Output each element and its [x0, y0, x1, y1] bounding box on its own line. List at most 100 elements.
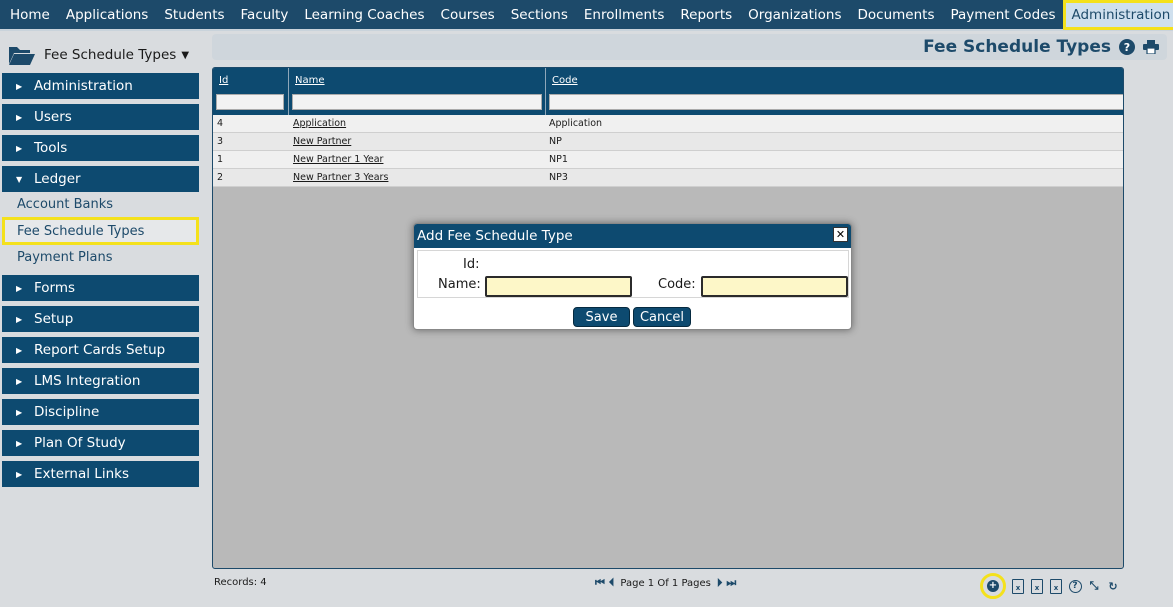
column-header-id[interactable]: Id — [219, 75, 228, 86]
cell-code: NP3 — [549, 172, 568, 183]
export-file-icon[interactable]: x — [1048, 578, 1064, 594]
nav-enrollments[interactable]: Enrollments — [576, 0, 672, 30]
plus-icon: + — [987, 580, 999, 592]
cell-name-link[interactable]: New Partner — [293, 136, 351, 147]
name-input[interactable] — [485, 276, 632, 297]
cell-id: 4 — [217, 118, 224, 129]
sidebar-group-lms-integration[interactable]: ▶ LMS Integration — [2, 368, 199, 394]
content-header: Fee Schedule Types ? — [212, 34, 1167, 60]
close-icon[interactable]: ✕ — [833, 227, 848, 242]
column-header-name[interactable]: Name — [295, 75, 325, 86]
table-row[interactable]: 4 Application Application — [213, 115, 1123, 133]
caret-right-icon: ▶ — [16, 112, 23, 122]
nav-organizations[interactable]: Organizations — [740, 0, 849, 30]
caret-right-icon: ▶ — [16, 469, 23, 479]
sidebar-group-setup[interactable]: ▶ Setup — [2, 306, 199, 332]
folder-open-icon — [9, 47, 35, 65]
ledger-submenu: Account Banks Fee Schedule Types Payment… — [2, 192, 199, 270]
cell-name-link[interactable]: Application — [293, 118, 346, 129]
nav-reports[interactable]: Reports — [672, 0, 740, 30]
export-excel-icon[interactable]: x — [1010, 578, 1026, 594]
cell-code: Application — [549, 118, 603, 129]
sidebar-group-tools[interactable]: ▶ Tools — [2, 135, 199, 161]
caret-right-icon: ▶ — [16, 283, 23, 293]
grid-help-icon[interactable]: ? — [1067, 578, 1083, 594]
nav-administration[interactable]: Administration — [1063, 0, 1173, 30]
records-count: Records: 4 — [214, 577, 267, 588]
nav-applications[interactable]: Applications — [58, 0, 156, 30]
print-icon[interactable] — [1143, 40, 1159, 54]
nav-payment-codes[interactable]: Payment Codes — [942, 0, 1063, 30]
id-label: Id: — [463, 257, 480, 272]
sidebar-item-account-banks[interactable]: Account Banks — [2, 192, 199, 217]
grid-header: Id Name Code — [213, 68, 1123, 115]
caret-down-icon: ▼ — [181, 49, 190, 61]
pager: ⏮ ⏴ Page 1 Of 1 Pages ⏵ ⏭ — [593, 576, 738, 590]
filter-id-input[interactable] — [216, 94, 284, 110]
help-icon[interactable]: ? — [1119, 39, 1135, 55]
cell-name-link[interactable]: New Partner 3 Years — [293, 172, 388, 183]
top-navigation: Home Applications Students Faculty Learn… — [0, 0, 1173, 31]
caret-right-icon: ▶ — [16, 407, 23, 417]
grid-toolbar: + x x x ? ⤡ ↻ — [980, 573, 1124, 599]
nav-home[interactable]: Home — [2, 0, 58, 30]
table-row[interactable]: 1 New Partner 1 Year NP1 — [213, 151, 1123, 169]
nav-students[interactable]: Students — [156, 0, 232, 30]
name-label: Name: — [438, 277, 481, 292]
export-csv-icon[interactable]: x — [1029, 578, 1045, 594]
code-label: Code: — [658, 277, 696, 292]
caret-down-icon: ▼ — [16, 174, 23, 184]
sidebar-item-fee-schedule-types[interactable]: Fee Schedule Types — [2, 217, 199, 245]
sidebar-group-discipline[interactable]: ▶ Discipline — [2, 399, 199, 425]
collapse-icon[interactable]: ⤡ — [1086, 578, 1102, 594]
sidebar-group-report-cards-setup[interactable]: ▶ Report Cards Setup — [2, 337, 199, 363]
nav-learning-coaches[interactable]: Learning Coaches — [296, 0, 432, 30]
table-row[interactable]: 2 New Partner 3 Years NP3 — [213, 169, 1123, 187]
page-title: Fee Schedule Types — [923, 37, 1111, 57]
cell-id: 3 — [217, 136, 224, 147]
column-code: Code — [546, 68, 1123, 115]
code-input[interactable] — [701, 276, 848, 297]
sidebar-item-payment-plans[interactable]: Payment Plans — [2, 245, 199, 270]
caret-right-icon: ▶ — [16, 314, 23, 324]
cancel-button[interactable]: Cancel — [633, 307, 691, 327]
page-label: Page 1 Of 1 Pages — [620, 577, 711, 589]
column-header-code[interactable]: Code — [552, 75, 578, 86]
caret-right-icon: ▶ — [16, 81, 23, 91]
previous-page-icon[interactable]: ⏴ — [609, 576, 615, 590]
filter-code-input[interactable] — [549, 94, 1123, 110]
next-page-icon[interactable]: ⏵ — [717, 576, 723, 590]
sidebar-group-users[interactable]: ▶ Users — [2, 104, 199, 130]
nav-faculty[interactable]: Faculty — [233, 0, 297, 30]
table-row[interactable]: 3 New Partner NP — [213, 133, 1123, 151]
cell-id: 1 — [217, 154, 224, 165]
sidebar-group-ledger[interactable]: ▼ Ledger — [2, 166, 199, 192]
caret-right-icon: ▶ — [16, 438, 23, 448]
refresh-icon[interactable]: ↻ — [1105, 578, 1121, 594]
last-page-icon[interactable]: ⏭ — [726, 576, 736, 590]
sidebar-group-forms[interactable]: ▶ Forms — [2, 275, 199, 301]
cell-id: 2 — [217, 172, 224, 183]
nav-documents[interactable]: Documents — [850, 0, 943, 30]
sidebar-group-external-links[interactable]: ▶ External Links — [2, 461, 199, 487]
save-button[interactable]: Save — [573, 307, 630, 327]
dialog-title-bar[interactable]: Add Fee Schedule Type ✕ — [414, 224, 851, 248]
cell-code: NP1 — [549, 154, 568, 165]
nav-sections[interactable]: Sections — [503, 0, 576, 30]
add-fee-schedule-type-dialog: Add Fee Schedule Type ✕ Id: Name: Code: … — [413, 223, 852, 330]
sidebar-group-plan-of-study[interactable]: ▶ Plan Of Study — [2, 430, 199, 456]
sidebar-menu: ▶ Administration ▶ Users ▶ Tools ▼ Ledger Ac… — [2, 73, 199, 492]
cell-name-link[interactable]: New Partner 1 Year — [293, 154, 383, 165]
add-record-button[interactable]: + — [980, 573, 1006, 599]
sidebar-group-administration[interactable]: ▶ Administration — [2, 73, 199, 99]
first-page-icon[interactable]: ⏮ — [595, 576, 605, 590]
filter-name-input[interactable] — [292, 94, 542, 110]
context-selector[interactable]: Fee Schedule Types ▼ — [8, 43, 189, 67]
caret-right-icon: ▶ — [16, 143, 23, 153]
dialog-form: Id: Name: Code: — [417, 250, 849, 298]
grid-body: 4 Application Application 3 New Partner … — [213, 115, 1123, 187]
column-id: Id — [213, 68, 289, 115]
nav-courses[interactable]: Courses — [433, 0, 503, 30]
column-name: Name — [289, 68, 546, 115]
dialog-title: Add Fee Schedule Type — [417, 228, 573, 244]
